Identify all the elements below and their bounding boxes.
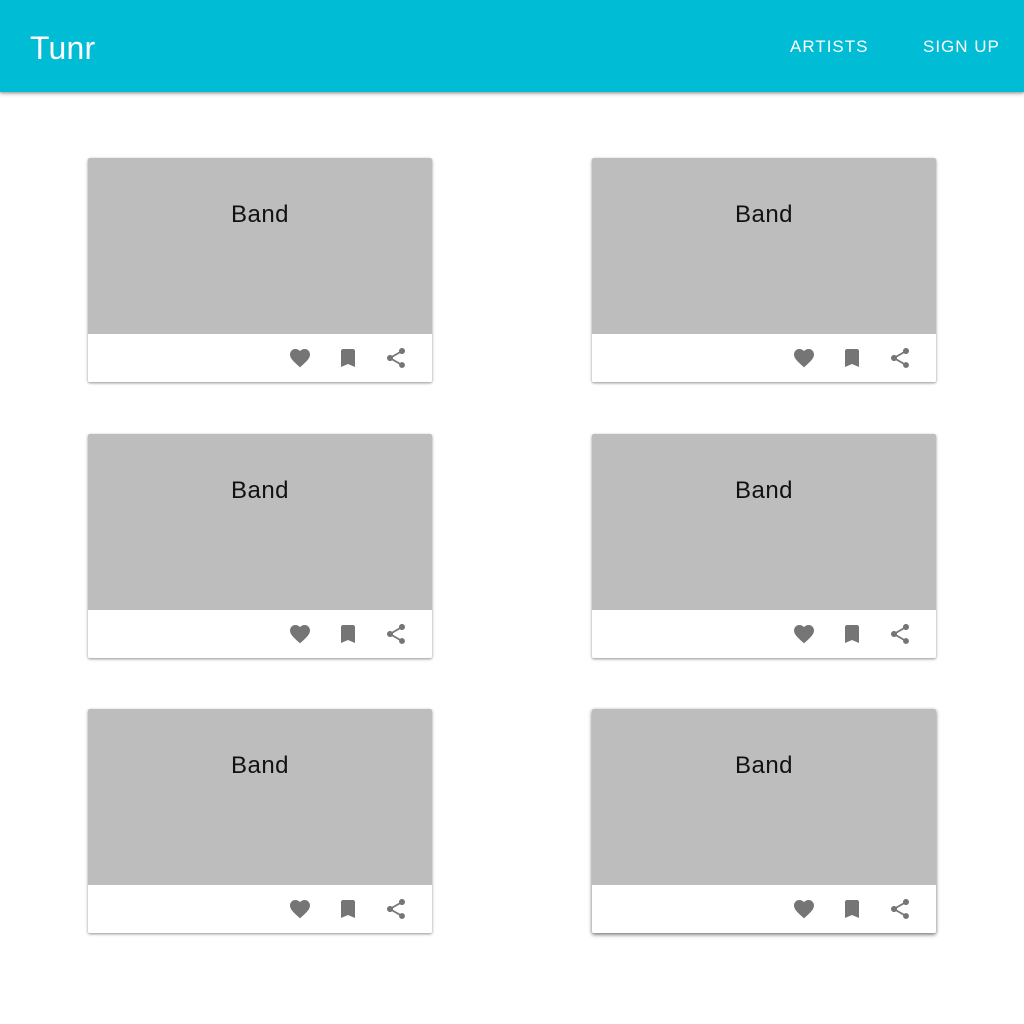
band-card: Band bbox=[88, 434, 432, 658]
heart-icon bbox=[290, 349, 310, 368]
heart-icon bbox=[794, 349, 814, 368]
card-media: Band bbox=[592, 158, 936, 334]
card-title: Band bbox=[734, 201, 794, 228]
share-icon bbox=[387, 348, 405, 368]
heart-icon bbox=[794, 625, 814, 644]
bookmark-icon bbox=[341, 625, 355, 643]
app-title[interactable]: Tunr bbox=[30, 28, 95, 68]
band-card: Band bbox=[88, 158, 432, 382]
favorite-button[interactable] bbox=[792, 897, 816, 921]
bookmark-icon bbox=[341, 900, 355, 918]
heart-icon bbox=[794, 900, 814, 919]
bookmark-button[interactable] bbox=[336, 897, 360, 921]
favorite-button[interactable] bbox=[288, 346, 312, 370]
share-button[interactable] bbox=[888, 897, 912, 921]
card-media: Band bbox=[88, 434, 432, 610]
band-card: Band bbox=[88, 709, 432, 933]
share-button[interactable] bbox=[384, 897, 408, 921]
heart-icon bbox=[290, 625, 310, 644]
bookmark-button[interactable] bbox=[840, 897, 864, 921]
bookmark-button[interactable] bbox=[840, 622, 864, 646]
card-actions bbox=[88, 885, 432, 933]
card-grid: Band Band Band Band Band Band bbox=[0, 0, 1024, 1024]
share-button[interactable] bbox=[384, 346, 408, 370]
card-actions bbox=[88, 334, 432, 382]
band-card: Band bbox=[592, 434, 936, 658]
share-icon bbox=[387, 624, 405, 644]
card-title: Band bbox=[734, 477, 794, 504]
band-card: Band bbox=[592, 709, 936, 933]
bookmark-icon bbox=[845, 625, 859, 643]
band-card: Band bbox=[592, 158, 936, 382]
bookmark-button[interactable] bbox=[840, 346, 864, 370]
card-actions bbox=[592, 334, 936, 382]
bookmark-icon bbox=[341, 349, 355, 367]
share-button[interactable] bbox=[888, 346, 912, 370]
card-actions bbox=[592, 885, 936, 933]
heart-icon bbox=[290, 900, 310, 919]
card-media: Band bbox=[592, 434, 936, 610]
favorite-button[interactable] bbox=[792, 346, 816, 370]
card-actions bbox=[592, 610, 936, 658]
nav-artists-button[interactable]: ARTISTS bbox=[790, 34, 868, 60]
favorite-button[interactable] bbox=[792, 622, 816, 646]
share-icon bbox=[891, 348, 909, 368]
bookmark-button[interactable] bbox=[336, 346, 360, 370]
share-icon bbox=[891, 624, 909, 644]
card-title: Band bbox=[230, 752, 290, 779]
share-button[interactable] bbox=[384, 622, 408, 646]
nav-signup-button[interactable]: SIGN UP bbox=[923, 34, 1000, 60]
card-media: Band bbox=[88, 158, 432, 334]
card-title: Band bbox=[230, 477, 290, 504]
card-title: Band bbox=[230, 201, 290, 228]
app-bar: Tunr ARTISTS SIGN UP bbox=[0, 0, 1024, 92]
share-icon bbox=[891, 899, 909, 919]
card-title: Band bbox=[734, 752, 794, 779]
card-media: Band bbox=[88, 709, 432, 885]
favorite-button[interactable] bbox=[288, 622, 312, 646]
bookmark-icon bbox=[845, 349, 859, 367]
favorite-button[interactable] bbox=[288, 897, 312, 921]
share-icon bbox=[387, 899, 405, 919]
bookmark-icon bbox=[845, 900, 859, 918]
bookmark-button[interactable] bbox=[336, 622, 360, 646]
card-actions bbox=[88, 610, 432, 658]
card-media: Band bbox=[592, 709, 936, 885]
share-button[interactable] bbox=[888, 622, 912, 646]
